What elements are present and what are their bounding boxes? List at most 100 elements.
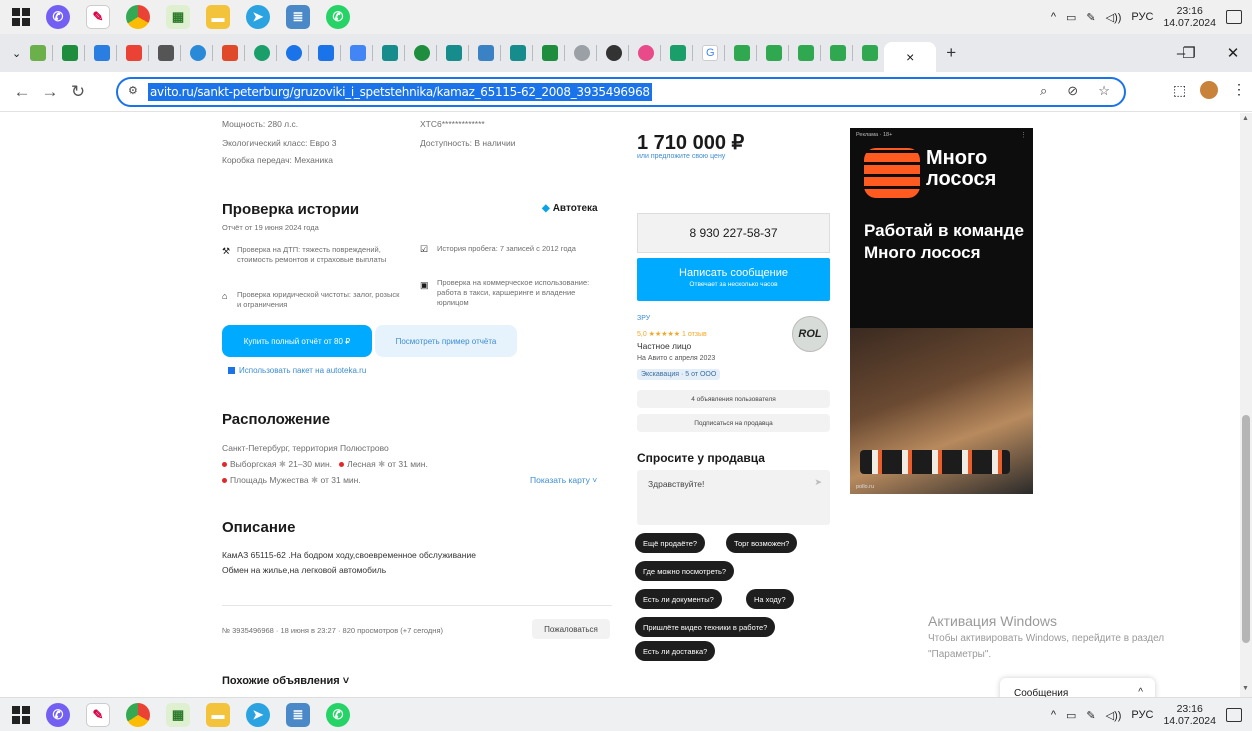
quick-question-chip[interactable]: Где можно посмотреть? <box>635 561 735 581</box>
tab-favicon[interactable] <box>638 45 655 61</box>
quick-question-chip[interactable]: Есть ли доставка? <box>635 641 716 661</box>
send-icon[interactable]: ➤ <box>814 477 822 488</box>
quick-question-chip[interactable]: Пришлёте видео техники в работе? <box>635 617 776 637</box>
tab-favicon[interactable] <box>158 45 175 61</box>
close-tab-icon[interactable]: × <box>906 49 914 65</box>
zoom-icon[interactable]: ⌕ <box>1040 83 1047 99</box>
extensions-icon[interactable]: ⬚ <box>1173 82 1186 99</box>
tab-favicon[interactable] <box>126 45 143 61</box>
quick-question-chip[interactable]: Ещё продаёте? <box>635 533 706 553</box>
whatsapp-icon[interactable]: ✆ <box>326 702 350 727</box>
tab-favicon[interactable] <box>670 45 687 61</box>
seller-ads-button[interactable]: 4 объявления пользователя <box>637 390 830 408</box>
quick-question-chip[interactable]: Есть ли документы? <box>635 589 722 609</box>
tab-favicon[interactable] <box>30 45 47 61</box>
show-phone-button[interactable]: 8 930 227-58-37 <box>637 213 830 253</box>
network-icon[interactable]: ▭ <box>1066 11 1076 24</box>
explorer-icon[interactable]: ▬ <box>206 5 230 29</box>
autoteka-package-link[interactable]: Использовать пакет на autoteka.ru <box>228 366 366 375</box>
restore-window-icon[interactable]: ❐ <box>1166 34 1212 72</box>
windows-start-icon[interactable] <box>12 8 30 26</box>
seller-avatar[interactable]: ROL <box>792 316 828 352</box>
tab-search-icon[interactable]: ⌄ <box>12 47 21 60</box>
seller-name[interactable]: ЗРУ <box>637 315 650 322</box>
tab-favicon[interactable] <box>862 45 879 61</box>
ask-seller-input[interactable]: Здравствуйте! ➤ <box>637 470 830 525</box>
tab-favicon[interactable] <box>286 45 303 61</box>
language-indicator[interactable]: РУС <box>1131 709 1153 721</box>
close-window-icon[interactable]: ✕ <box>1210 34 1252 72</box>
tab-favicon[interactable]: G <box>702 45 719 61</box>
viber-icon[interactable]: ✆ <box>46 5 70 29</box>
tab-favicon[interactable] <box>510 45 527 61</box>
report-button[interactable]: Пожаловаться <box>532 619 610 639</box>
chrome-icon[interactable] <box>126 5 150 29</box>
notification-icon[interactable] <box>1226 708 1242 722</box>
seller-rating[interactable]: 5,0 ★★★★★ 1 отзыв <box>637 330 707 338</box>
url-text[interactable]: avito.ru/sankt-peterburg/gruzoviki_i_spe… <box>148 83 652 101</box>
write-message-button[interactable]: Написать сообщение Отвечает за несколько… <box>637 258 830 301</box>
telegram-icon[interactable]: ➤ <box>246 5 270 29</box>
scroll-up-icon[interactable]: ▲ <box>1242 115 1249 122</box>
tab-favicon[interactable] <box>734 45 751 61</box>
messages-widget[interactable]: Сообщения ^ <box>1000 678 1155 697</box>
show-map-link[interactable]: Показать карту ˅ <box>530 475 597 485</box>
excel-icon[interactable]: ▦ <box>166 5 190 29</box>
tab-favicon[interactable] <box>606 45 623 61</box>
tab-favicon[interactable] <box>798 45 815 61</box>
reload-icon[interactable]: ↻ <box>64 82 92 102</box>
quick-question-chip[interactable]: Торг возможен? <box>726 533 798 553</box>
eye-off-icon[interactable]: ⊘ <box>1067 83 1078 99</box>
clock[interactable]: 23:16 14.07.2024 <box>1163 703 1216 727</box>
tab-favicon[interactable] <box>830 45 847 61</box>
tab-favicon[interactable] <box>62 45 79 61</box>
notes-icon[interactable]: ≣ <box>286 702 310 727</box>
whatsapp-icon[interactable]: ✆ <box>326 5 350 29</box>
scroll-down-icon[interactable]: ▼ <box>1242 685 1249 692</box>
active-tab[interactable]: × <box>884 42 937 72</box>
pen-icon[interactable]: ✎ <box>1086 709 1095 722</box>
volume-icon[interactable]: ◁)) <box>1106 11 1122 24</box>
excel-icon[interactable]: ▦ <box>166 702 190 727</box>
language-indicator[interactable]: РУС <box>1131 11 1153 23</box>
clock[interactable]: 23:16 14.07.2024 <box>1163 5 1216 29</box>
forward-icon[interactable]: → <box>36 82 64 102</box>
tab-favicon[interactable] <box>766 45 783 61</box>
tab-favicon[interactable] <box>254 45 271 61</box>
offer-price-link[interactable]: или предложите свою цену <box>637 153 725 160</box>
tab-favicon[interactable] <box>382 45 399 61</box>
quick-question-chip[interactable]: На ходу? <box>746 589 794 609</box>
similar-ads-toggle[interactable]: Похожие объявления ˅ <box>222 675 349 687</box>
banner-ad[interactable]: Реклама · 18+ ⋮ Много лосося Работай в к… <box>850 128 1033 494</box>
notes-icon[interactable]: ≣ <box>286 5 310 29</box>
site-info-icon[interactable]: ⚙ <box>128 84 138 97</box>
tab-favicon[interactable] <box>222 45 239 61</box>
tab-favicon[interactable] <box>542 45 559 61</box>
tab-favicon[interactable] <box>350 45 367 61</box>
scroll-thumb[interactable] <box>1242 415 1250 643</box>
chevron-up-icon[interactable]: ^ <box>1138 687 1143 697</box>
tab-favicon[interactable] <box>318 45 335 61</box>
tab-favicon[interactable] <box>190 45 207 61</box>
telegram-icon[interactable]: ➤ <box>246 702 270 727</box>
tab-favicon[interactable] <box>574 45 591 61</box>
volume-icon[interactable]: ◁)) <box>1106 709 1122 722</box>
chevron-up-icon[interactable]: ^ <box>1051 709 1056 721</box>
profile-avatar[interactable] <box>1200 81 1218 99</box>
pen-icon[interactable]: ✎ <box>1086 11 1095 24</box>
windows-start-icon[interactable] <box>12 705 30 724</box>
viber-icon[interactable]: ✆ <box>46 702 70 727</box>
address-bar[interactable]: ⚙ avito.ru/sankt-peterburg/gruzoviki_i_s… <box>116 77 1126 107</box>
menu-icon[interactable]: ⋮ <box>1232 81 1246 98</box>
subscribe-seller-button[interactable]: Подписаться на продавца <box>637 414 830 432</box>
notification-icon[interactable] <box>1226 10 1242 24</box>
new-tab-button[interactable]: + <box>946 43 956 63</box>
chrome-icon[interactable] <box>126 702 150 727</box>
bookmark-star-icon[interactable]: ☆ <box>1098 83 1110 99</box>
sample-report-button[interactable]: Посмотреть пример отчёта <box>375 325 517 357</box>
chevron-up-icon[interactable]: ^ <box>1051 11 1056 23</box>
tab-favicon[interactable] <box>478 45 495 61</box>
explorer-icon[interactable]: ▬ <box>206 702 230 727</box>
page-scrollbar[interactable]: ▲ ▼ <box>1240 113 1252 697</box>
back-icon[interactable]: ← <box>8 82 36 102</box>
